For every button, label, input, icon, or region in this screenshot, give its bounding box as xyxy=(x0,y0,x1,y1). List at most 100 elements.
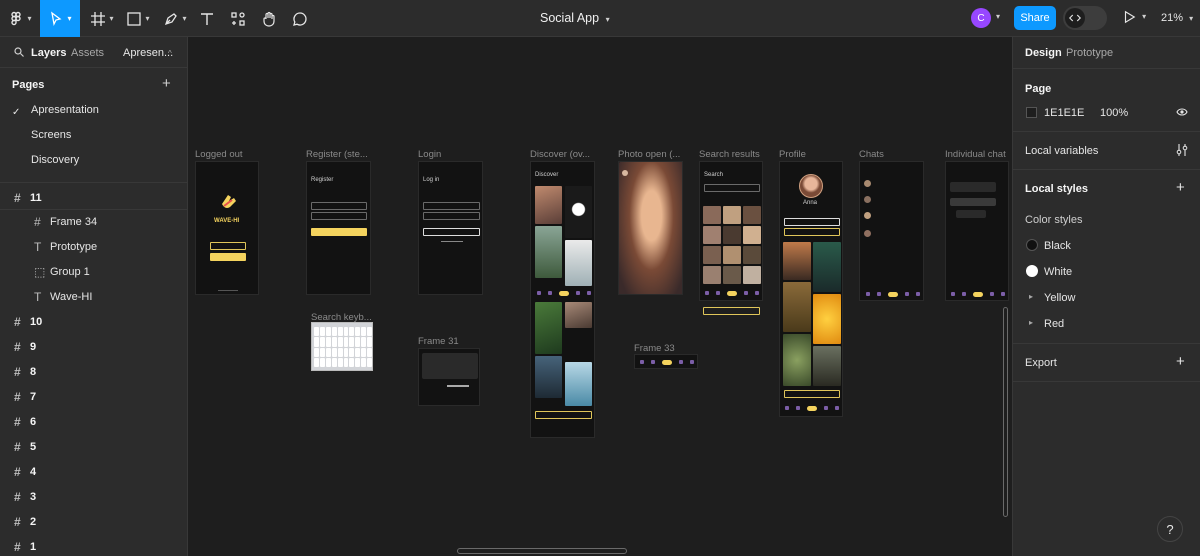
frame-logged-out[interactable]: WAVE-HI xyxy=(195,161,259,295)
zoom-level[interactable]: 21% xyxy=(1161,12,1183,24)
frame-label-discover[interactable]: Discover (ov... xyxy=(530,149,590,160)
tab-assets[interactable]: Assets xyxy=(71,47,104,59)
text-tool-button[interactable] xyxy=(196,0,218,37)
frame-label-frame-31[interactable]: Frame 31 xyxy=(418,336,459,347)
tab-design[interactable]: Design xyxy=(1025,47,1062,59)
frame-icon: # xyxy=(14,365,21,379)
main-menu-button[interactable]: ▾ xyxy=(0,0,40,37)
divider xyxy=(1013,131,1200,132)
horizontal-scrollbar[interactable] xyxy=(457,548,627,554)
frame-profile[interactable]: Anna xyxy=(779,161,843,417)
style-group-red[interactable]: Red xyxy=(1044,318,1064,330)
hand-tool-button[interactable] xyxy=(258,0,280,37)
link xyxy=(441,241,463,242)
add-page-icon[interactable]: + xyxy=(162,75,171,92)
layer-label: Frame 34 xyxy=(50,216,98,228)
layer-frame-6[interactable]: #6 xyxy=(14,415,36,429)
comment-tool-button[interactable] xyxy=(289,0,311,37)
layer-frame-34[interactable]: # Frame 34 xyxy=(34,215,97,229)
keyboard-key xyxy=(343,337,349,347)
layer-label: 10 xyxy=(30,316,43,328)
frame-label-logged-out[interactable]: Logged out xyxy=(195,149,243,160)
layer-frame-4[interactable]: #4 xyxy=(14,465,36,479)
file-title-text[interactable]: Social App xyxy=(540,11,599,25)
frame-label-photo-open[interactable]: Photo open (... xyxy=(618,149,680,160)
style-group-yellow[interactable]: Yellow xyxy=(1044,292,1075,304)
layer-frame-8[interactable]: #8 xyxy=(14,365,36,379)
layer-group-1[interactable]: ⬚ Group 1 xyxy=(34,265,90,279)
layer-text-wave-hi[interactable]: T Wave-HI xyxy=(34,290,92,304)
frame-label-login[interactable]: Login xyxy=(418,149,441,160)
frame-login[interactable]: Log in xyxy=(418,161,483,295)
keyboard-key xyxy=(325,347,331,357)
present-button[interactable]: ▾ xyxy=(1122,10,1146,27)
frame-label-search-results[interactable]: Search results xyxy=(699,149,760,160)
zoom-dropdown[interactable]: 21% ▾ xyxy=(1161,12,1193,24)
chevron-right-icon[interactable]: ▸ xyxy=(1029,318,1033,327)
tab-prototype[interactable]: Prototype xyxy=(1066,47,1113,59)
avatar[interactable]: C xyxy=(971,8,991,28)
bottom-nav xyxy=(702,289,762,297)
page-color-value[interactable]: 1E1E1E xyxy=(1044,107,1084,119)
add-style-icon[interactable]: + xyxy=(1176,179,1185,196)
frame-icon: # xyxy=(14,515,21,529)
photo-thumbnail xyxy=(783,282,811,332)
sliders-icon[interactable] xyxy=(1175,143,1189,157)
page-opacity-value[interactable]: 100% xyxy=(1100,107,1128,119)
frame-discover[interactable]: Discover xyxy=(530,161,595,438)
frame-search-results[interactable]: Search xyxy=(699,161,763,301)
help-button[interactable]: ? xyxy=(1157,516,1183,542)
page-item-screens[interactable]: Screens xyxy=(31,129,71,141)
share-button[interactable]: Share xyxy=(1014,6,1056,30)
login-button xyxy=(423,228,480,236)
keyboard-key xyxy=(367,337,372,347)
chevron-up-icon[interactable]: ^ xyxy=(168,49,172,58)
layer-frame-2[interactable]: #2 xyxy=(14,515,36,529)
frame-label-register[interactable]: Register (ste... xyxy=(306,149,368,160)
style-black[interactable]: Black xyxy=(1044,240,1071,252)
dev-mode-toggle[interactable] xyxy=(1063,6,1107,30)
local-variables-link[interactable]: Local variables xyxy=(1025,145,1098,157)
file-title[interactable]: Social App ▾ xyxy=(540,11,610,25)
layer-frame-11[interactable]: #11 xyxy=(14,191,42,205)
pen-tool-button[interactable]: ▾ xyxy=(159,0,191,37)
frame-31[interactable] xyxy=(418,348,480,406)
frame-label-profile[interactable]: Profile xyxy=(779,149,806,160)
layer-frame-7[interactable]: #7 xyxy=(14,390,36,404)
frame-tool-button[interactable]: ▾ xyxy=(84,0,120,37)
page-item-apresentation[interactable]: Apresentation xyxy=(31,104,99,116)
page-item-discovery[interactable]: Discovery xyxy=(31,154,79,166)
frame-register[interactable]: Register xyxy=(306,161,371,295)
register-button xyxy=(210,253,246,261)
frame-chats[interactable] xyxy=(859,161,924,301)
layer-frame-5[interactable]: #5 xyxy=(14,440,36,454)
eye-icon[interactable] xyxy=(1176,107,1188,117)
page-color-swatch[interactable] xyxy=(1026,107,1037,118)
layer-frame-10[interactable]: #10 xyxy=(14,315,42,329)
layer-frame-3[interactable]: #3 xyxy=(14,490,36,504)
frame-individual-chat[interactable] xyxy=(945,161,1009,301)
frame-label-individual-chat[interactable]: Individual chat xyxy=(945,149,1006,160)
frame-label-chats[interactable]: Chats xyxy=(859,149,884,160)
layer-text-prototype[interactable]: T Prototype xyxy=(34,240,97,254)
layer-frame-9[interactable]: #9 xyxy=(14,340,36,354)
style-white[interactable]: White xyxy=(1044,266,1072,278)
canvas[interactable]: Logged out WAVE-HI Register (ste... Regi… xyxy=(188,37,1012,556)
chevron-down-icon[interactable]: ▾ xyxy=(996,12,1000,21)
frame-photo-open[interactable] xyxy=(618,161,683,295)
layer-frame-1[interactable]: #1 xyxy=(14,540,36,554)
resources-tool-button[interactable] xyxy=(227,0,249,37)
keyboard-key xyxy=(331,327,337,337)
photo-thumbnail xyxy=(783,242,811,280)
move-tool-button[interactable]: ▾ xyxy=(40,0,80,37)
chevron-right-icon[interactable]: ▸ xyxy=(1029,292,1033,301)
vertical-scrollbar[interactable] xyxy=(1003,307,1008,517)
tab-layers[interactable]: Layers xyxy=(31,47,66,59)
tab-page-switcher[interactable]: Apresen... xyxy=(123,47,173,59)
add-export-icon[interactable]: + xyxy=(1176,353,1185,370)
frame-33[interactable] xyxy=(634,354,698,369)
shape-tool-button[interactable]: ▾ xyxy=(122,0,154,37)
frame-search-keyboard[interactable] xyxy=(311,322,373,371)
frame-label-frame-33[interactable]: Frame 33 xyxy=(634,343,675,354)
search-icon[interactable] xyxy=(14,47,24,57)
